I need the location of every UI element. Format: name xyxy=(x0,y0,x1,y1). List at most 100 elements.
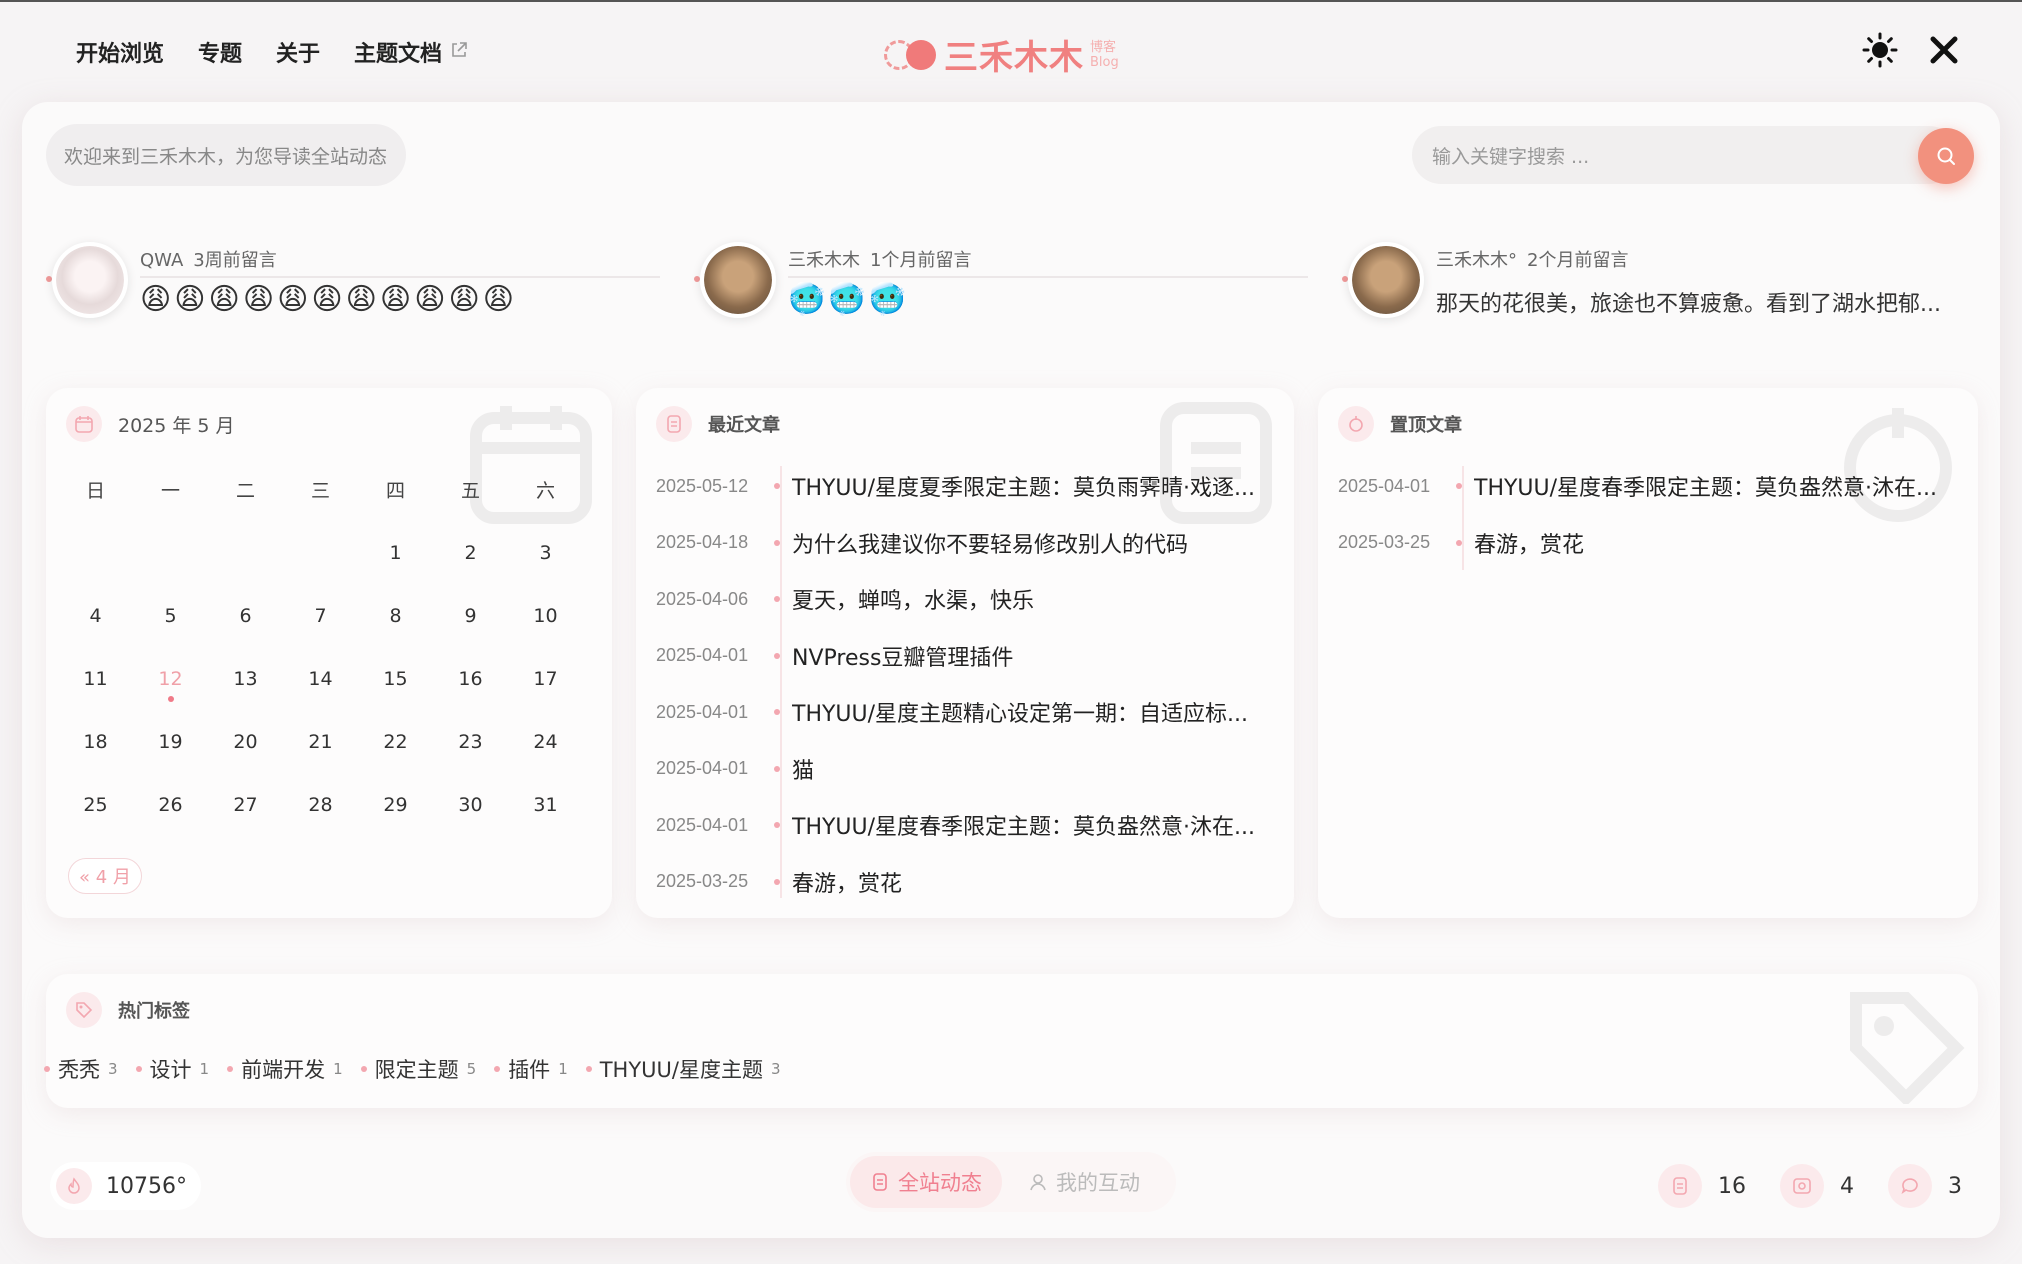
sun-icon[interactable] xyxy=(1862,32,1898,68)
close-icon[interactable] xyxy=(1926,32,1962,68)
article-title[interactable]: THYUU/星度春季限定主题：莫负盎然意·沐在... xyxy=(792,809,1255,841)
article-item[interactable]: 2025-04-06 夏天，蝉鸣，水渠，快乐 xyxy=(656,571,1255,628)
calendar-day[interactable]: 23 xyxy=(433,731,508,753)
article-date: 2025-04-18 xyxy=(656,532,749,553)
comment-time: 1个月前留言 xyxy=(870,250,972,271)
tag-item[interactable]: 秃秃 3 xyxy=(44,1054,118,1084)
external-link-icon xyxy=(450,40,468,65)
tag-name[interactable]: THYUU/星度主题 xyxy=(600,1054,763,1084)
article-title[interactable]: 夏天，蝉鸣，水渠，快乐 xyxy=(792,583,1034,615)
calendar-day[interactable]: 7 xyxy=(283,605,358,627)
calendar-day[interactable]: 17 xyxy=(508,668,583,690)
calendar-day[interactable]: 2 xyxy=(433,542,508,564)
calendar-day[interactable]: 8 xyxy=(358,605,433,627)
comment-user[interactable]: QWA xyxy=(140,250,183,271)
tag-name[interactable]: 插件 xyxy=(508,1054,550,1084)
calendar-day[interactable]: 6 xyxy=(208,605,283,627)
comment-content[interactable]: 那天的花很美，旅途也不算疲惫。看到了湖水把郁... xyxy=(1436,286,1956,318)
article-item[interactable]: 2025-04-01 猫 xyxy=(656,741,1255,798)
article-item[interactable]: 2025-04-18 为什么我建议你不要轻易修改别人的代码 xyxy=(656,515,1255,572)
article-item[interactable]: 2025-03-25 春游，赏花 xyxy=(656,854,1255,911)
avatar[interactable] xyxy=(52,242,128,318)
calendar-day[interactable]: 16 xyxy=(433,668,508,690)
article-item[interactable]: 2025-04-01 THYUU/星度春季限定主题：莫负盎然意·沐在... xyxy=(656,797,1255,854)
calendar-day[interactable]: 10 xyxy=(508,605,583,627)
article-item[interactable]: 2025-05-12 THYUU/星度夏季限定主题：莫负雨霁晴·戏逐... xyxy=(656,458,1255,515)
calendar-day[interactable]: 31 xyxy=(508,794,583,816)
calendar-day[interactable]: 29 xyxy=(358,794,433,816)
stat-albums[interactable]: 4 xyxy=(1780,1164,1854,1208)
article-item[interactable]: 2025-03-25 春游，赏花 xyxy=(1338,515,1937,572)
calendar-day[interactable]: 3 xyxy=(508,542,583,564)
nav-theme-docs[interactable]: 主题文档 xyxy=(354,36,442,68)
timeline-dot xyxy=(774,539,780,546)
stat-posts[interactable]: 16 xyxy=(1658,1164,1746,1208)
comment-item[interactable]: 三禾木木° 2个月前留言 那天的花很美，旅途也不算疲惫。看到了湖水把郁... xyxy=(1342,238,1962,322)
prev-month-button[interactable]: « 4 月 xyxy=(68,858,142,894)
article-title[interactable]: THYUU/星度夏季限定主题：莫负雨霁晴·戏逐... xyxy=(792,470,1255,502)
calendar-day[interactable]: 30 xyxy=(433,794,508,816)
article-title[interactable]: 春游，赏花 xyxy=(1474,527,1584,559)
comment-item[interactable]: 三禾木木 1个月前留言 🥶🥶🥶 xyxy=(694,238,1314,322)
avatar[interactable] xyxy=(700,242,776,318)
article-title[interactable]: THYUU/星度主题精心设定第一期：自适应标... xyxy=(792,696,1248,728)
article-title[interactable]: 春游，赏花 xyxy=(792,866,902,898)
avatar[interactable] xyxy=(1348,242,1424,318)
calendar-day[interactable]: 13 xyxy=(208,668,283,690)
tag-name[interactable]: 设计 xyxy=(150,1054,192,1084)
calendar-day[interactable]: 4 xyxy=(58,605,133,627)
calendar-day[interactable]: 27 xyxy=(208,794,283,816)
article-title[interactable]: 为什么我建议你不要轻易修改别人的代码 xyxy=(792,527,1188,559)
article-item[interactable]: 2025-04-01 NVPress豆瓣管理插件 xyxy=(656,628,1255,685)
calendar-title: 2025 年 5 月 xyxy=(118,414,235,437)
calendar-day[interactable]: 9 xyxy=(433,605,508,627)
tag-item[interactable]: 设计 1 xyxy=(135,1054,209,1084)
comment-user[interactable]: 三禾木木° xyxy=(1436,250,1517,271)
article-title[interactable]: THYUU/星度春季限定主题：莫负盎然意·沐在... xyxy=(1474,470,1937,502)
timeline-dot xyxy=(774,822,780,829)
tab-site-activity[interactable]: 全站动态 xyxy=(850,1156,1002,1208)
nav-about[interactable]: 关于 xyxy=(276,36,320,68)
calendar-day[interactable]: 14 xyxy=(283,668,358,690)
calendar-day[interactable]: 25 xyxy=(58,794,133,816)
tag-item[interactable]: 限定主题 5 xyxy=(360,1054,476,1084)
calendar-day[interactable]: 22 xyxy=(358,731,433,753)
article-title[interactable]: 猫 xyxy=(792,753,814,785)
comment-user[interactable]: 三禾木木 xyxy=(788,250,860,271)
tab-my-interactions[interactable]: 我的互动 xyxy=(1008,1156,1160,1208)
tag-item[interactable]: 插件 1 xyxy=(494,1054,568,1084)
stat-comments[interactable]: 3 xyxy=(1888,1164,1962,1208)
nav-topics[interactable]: 专题 xyxy=(198,36,242,68)
tag-name[interactable]: 秃秃 xyxy=(58,1054,100,1084)
tag-name[interactable]: 限定主题 xyxy=(375,1054,459,1084)
article-date: 2025-04-01 xyxy=(656,814,749,835)
calendar-day[interactable]: 28 xyxy=(283,794,358,816)
calendar-day[interactable]: 20 xyxy=(208,731,283,753)
comment-item[interactable]: QWA 3周前留言 😩😩😩😩😩😩😩😩😩😩😩 xyxy=(46,238,666,322)
document-icon xyxy=(1658,1164,1702,1208)
logo-sub-top: 博客 xyxy=(1090,39,1117,55)
calendar-day[interactable]: 11 xyxy=(58,668,133,690)
search-input[interactable]: 输入关键字搜索 ... xyxy=(1412,126,1958,184)
search-button[interactable] xyxy=(1918,128,1974,184)
calendar-day-today[interactable]: 12 xyxy=(133,668,208,702)
article-item[interactable]: 2025-04-01 THYUU/星度春季限定主题：莫负盎然意·沐在... xyxy=(1338,458,1937,515)
calendar-day[interactable]: 18 xyxy=(58,731,133,753)
article-title[interactable]: NVPress豆瓣管理插件 xyxy=(792,640,1013,672)
weekday: 三 xyxy=(310,480,330,502)
recent-articles-header: 最近文章 xyxy=(656,406,780,442)
tag-item[interactable]: THYUU/星度主题 3 xyxy=(585,1054,781,1084)
article-item[interactable]: 2025-04-01 THYUU/星度主题精心设定第一期：自适应标... xyxy=(656,684,1255,741)
calendar-day[interactable]: 5 xyxy=(133,605,208,627)
nav-start-browsing[interactable]: 开始浏览 xyxy=(76,36,164,68)
calendar-day[interactable]: 21 xyxy=(283,731,358,753)
calendar-day[interactable]: 26 xyxy=(133,794,208,816)
tag-item[interactable]: 前端开发 1 xyxy=(227,1054,343,1084)
calendar-day[interactable]: 15 xyxy=(358,668,433,690)
calendar-day[interactable]: 19 xyxy=(133,731,208,753)
site-logo[interactable]: 三禾木木 博客 Blog xyxy=(884,30,1119,79)
tag-name[interactable]: 前端开发 xyxy=(241,1054,325,1084)
calendar-day[interactable]: 1 xyxy=(358,542,433,564)
calendar-day[interactable]: 24 xyxy=(508,731,583,753)
week-row: 18 19 20 21 22 23 24 xyxy=(58,710,584,773)
